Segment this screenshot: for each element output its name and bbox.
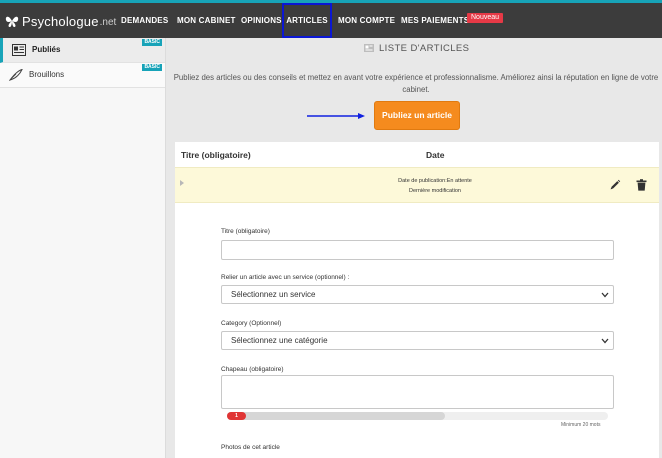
progress-fill: 1 [227, 412, 246, 420]
sidebar-item-brouillons[interactable]: Brouillons BASIC [0, 63, 165, 88]
new-badge: Nouveau [467, 13, 504, 23]
title-field-label: Titre (obligatoire) [221, 228, 270, 235]
photos-field-label: Photos de cet article [221, 444, 280, 451]
chevron-down-icon [601, 338, 609, 344]
row-date-info: Date de publication:En attente Dernière … [345, 176, 525, 196]
site-logo[interactable]: Psychologue .net [5, 11, 116, 31]
last-modified-label: Dernière modification [409, 188, 461, 194]
logo-suffix: .net [99, 17, 117, 28]
nav-item-articles[interactable]: ARTICLES [282, 3, 332, 38]
intro-text: Publiez des articles ou des conseils et … [173, 73, 659, 94]
expand-caret-icon[interactable] [180, 180, 184, 186]
publication-status: En attente [446, 178, 472, 184]
arrow-right-icon [307, 113, 365, 119]
logo-text: Psychologue [22, 13, 99, 29]
page-title-text: LISTE D'ARTICLES [379, 42, 470, 54]
publish-article-button[interactable]: Publiez un article [374, 101, 460, 130]
progress-track-bar [227, 412, 445, 420]
sidebar-item-publies[interactable]: Publiés BASIC [0, 38, 165, 63]
chevron-down-icon [601, 292, 609, 298]
trash-icon[interactable] [636, 179, 647, 191]
chapeau-field-label: Chapeau (obligatoire) [221, 366, 284, 373]
word-count-progress: 1 [227, 412, 608, 420]
page-title: LISTE D'ARTICLES [364, 42, 469, 54]
progress-caption: Minimum 20 mots [561, 422, 601, 428]
category-field-label: Category (Optionnel) [221, 320, 282, 327]
sidebar: Publiés BASIC Brouillons BASIC [0, 38, 166, 458]
category-select-value: Sélectionnez une catégorie [231, 336, 328, 345]
chapeau-textarea[interactable] [221, 375, 614, 409]
table-row[interactable]: Date de publication:En attente Dernière … [175, 167, 659, 203]
nav-item-mon-compte[interactable]: MON COMPTE [338, 3, 395, 38]
publication-date-label: Date de publication: [398, 178, 447, 184]
nav-item-mon-cabinet[interactable]: MON CABINET [177, 3, 236, 38]
sidebar-item-label: Brouillons [29, 70, 65, 79]
newspaper-icon [364, 44, 374, 52]
nav-item-opinions[interactable]: OPINIONS [241, 3, 282, 38]
basic-badge: BASIC [142, 64, 162, 71]
service-select[interactable]: Sélectionnez un service [221, 285, 614, 304]
title-input[interactable] [221, 240, 614, 260]
basic-badge: BASIC [142, 39, 162, 46]
nav-item-mes-paiements[interactable]: MES PAIEMENTS [401, 3, 469, 38]
newspaper-icon [12, 44, 26, 56]
service-field-label: Relier un article avec un service (optio… [221, 274, 350, 281]
nav-item-demandes[interactable]: DEMANDES [121, 3, 168, 38]
category-select[interactable]: Sélectionnez une catégorie [221, 331, 614, 350]
pencil-icon[interactable] [609, 179, 621, 191]
quill-icon [9, 69, 23, 81]
butterfly-icon [5, 16, 19, 27]
column-header-date: Date [426, 150, 445, 160]
sidebar-item-label: Publiés [32, 45, 61, 54]
column-header-title: Titre (obligatoire) [181, 150, 251, 160]
service-select-value: Sélectionnez un service [231, 290, 316, 299]
articles-panel: Titre (obligatoire) Date Date de publica… [175, 142, 659, 458]
top-navbar: Psychologue .net DEMANDES MON CABINET OP… [0, 0, 662, 38]
